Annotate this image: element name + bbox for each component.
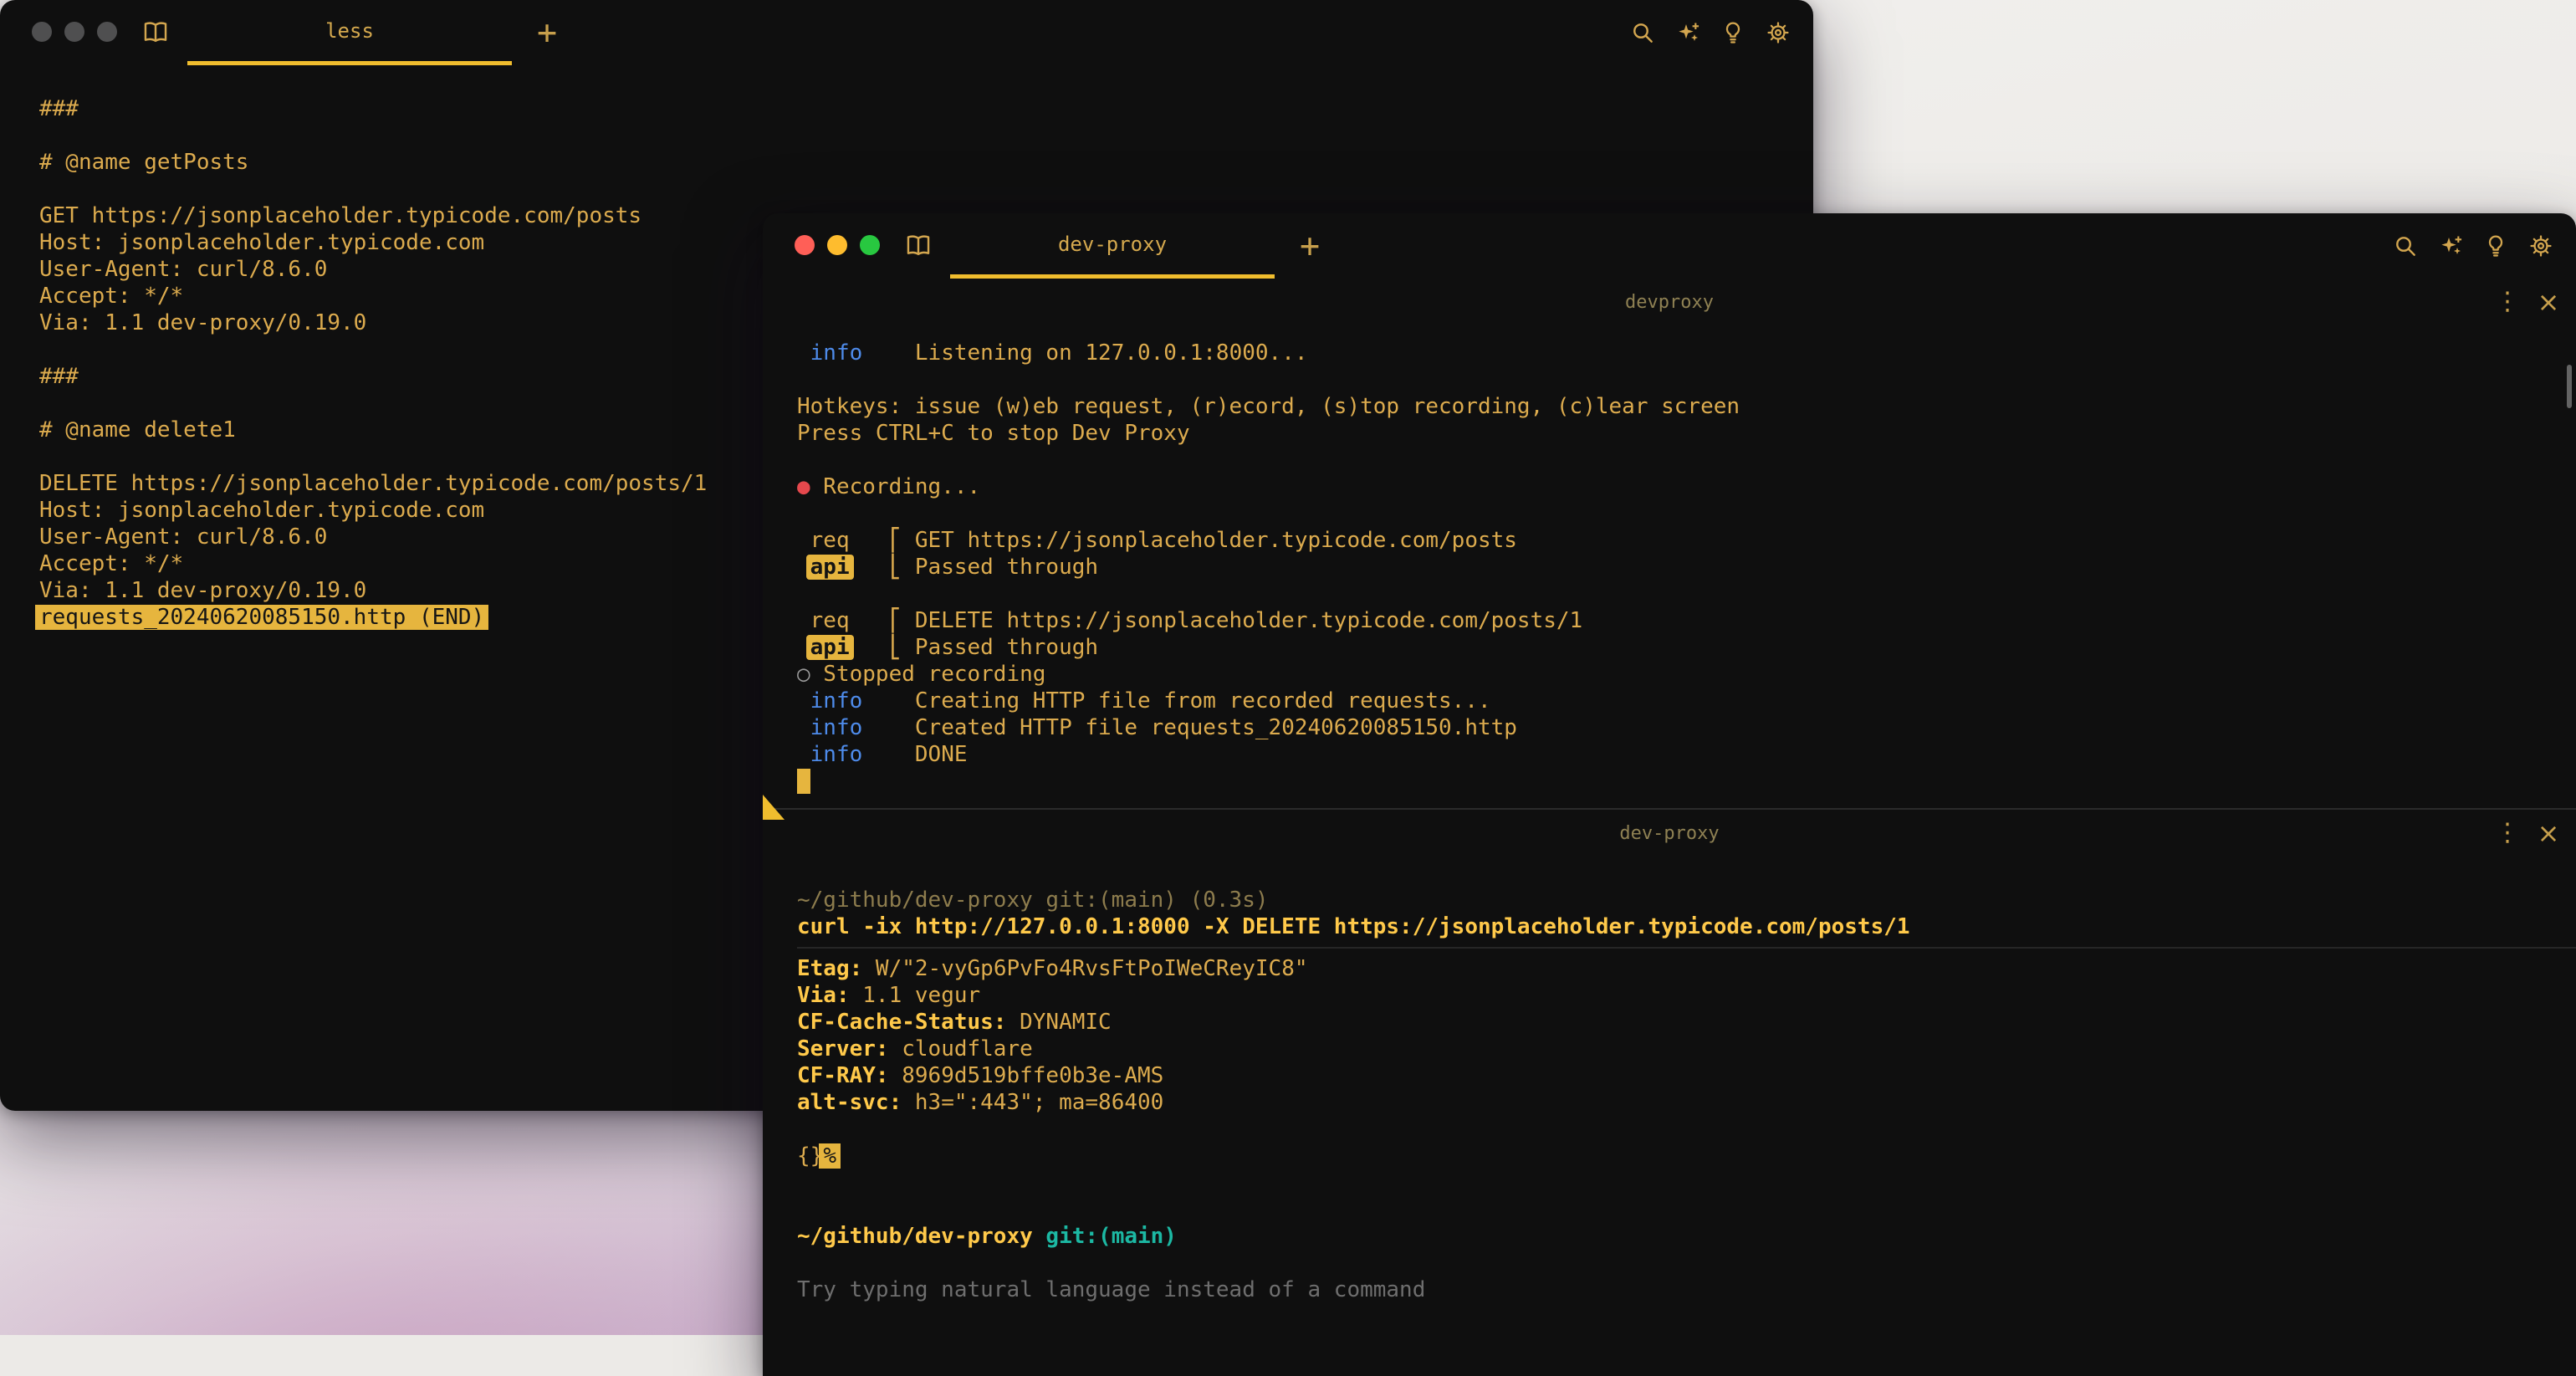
terminal-line bbox=[797, 581, 2576, 607]
terminal-line: Try typing natural language instead of a… bbox=[797, 1276, 2576, 1303]
terminal-line: ~/github/dev-proxy git:(main) (0.3s) bbox=[797, 887, 2576, 913]
pane-menu-kebab-icon[interactable]: ⋮ bbox=[2495, 819, 2520, 847]
block-separator bbox=[797, 940, 2576, 955]
lightbulb-icon[interactable] bbox=[2481, 231, 2511, 261]
terminal-line: info Listening on 127.0.0.1:8000... bbox=[797, 340, 2576, 366]
terminal-line: req ⎡ DELETE https://jsonplaceholder.typ… bbox=[797, 607, 2576, 634]
settings-gear-icon[interactable] bbox=[2526, 231, 2556, 261]
terminal-line: info Created HTTP file requests_20240620… bbox=[797, 714, 2576, 741]
terminal-line: ~/github/dev-proxy git:(main) bbox=[797, 1223, 2576, 1250]
pane-shell: dev-proxy ⋮ × ~/github/dev-proxy git:(ma… bbox=[763, 810, 2576, 1303]
settings-gear-icon[interactable] bbox=[1763, 18, 1793, 48]
tab-dev-proxy[interactable]: dev-proxy bbox=[950, 213, 1275, 279]
traffic-lights bbox=[795, 235, 880, 255]
terminal-line: ● Recording... bbox=[797, 473, 2576, 500]
terminal-window-devproxy[interactable]: dev-proxy + bbox=[763, 213, 2576, 1376]
ai-sparkles-icon[interactable] bbox=[1673, 18, 1703, 48]
pane-title: dev-proxy bbox=[763, 823, 2576, 844]
terminal-line bbox=[797, 1169, 2576, 1196]
desktop-wallpaper: less + bbox=[0, 0, 2576, 1335]
terminal-line bbox=[797, 768, 2576, 795]
new-tab-button[interactable]: + bbox=[529, 13, 565, 52]
bookmarks-icon[interactable] bbox=[141, 18, 171, 48]
terminal-line: CF-Cache-Status: DYNAMIC bbox=[797, 1009, 2576, 1036]
terminal-line bbox=[797, 1196, 2576, 1223]
traffic-lights bbox=[32, 22, 117, 42]
terminal-line: api ⎣ Passed through bbox=[797, 554, 2576, 581]
pane-header: devproxy ⋮ × bbox=[763, 279, 2576, 325]
titlebar-actions bbox=[1628, 18, 1793, 48]
terminal-line: Server: cloudflare bbox=[797, 1036, 2576, 1062]
terminal-line: CF-RAY: 8969d519bffe0b3e-AMS bbox=[797, 1062, 2576, 1089]
terminal-line: ○ Stopped recording bbox=[797, 661, 2576, 688]
terminal-line: alt-svc: h3=":443"; ma=86400 bbox=[797, 1089, 2576, 1116]
search-icon[interactable] bbox=[1628, 18, 1658, 48]
titlebar[interactable]: less + bbox=[0, 0, 1813, 65]
terminal-line bbox=[797, 366, 2576, 393]
bookmarks-icon[interactable] bbox=[903, 231, 933, 261]
terminal-output-devproxy[interactable]: info Listening on 127.0.0.1:8000... Hotke… bbox=[763, 325, 2576, 808]
ai-sparkles-icon[interactable] bbox=[2435, 231, 2466, 261]
tab-less[interactable]: less bbox=[187, 0, 512, 65]
new-tab-button[interactable]: + bbox=[1292, 227, 1327, 265]
tab-label: dev-proxy bbox=[1058, 233, 1167, 256]
minimize-window-button[interactable] bbox=[827, 235, 847, 255]
scrollbar-thumb[interactable] bbox=[2567, 365, 2572, 408]
terminal-line bbox=[797, 500, 2576, 527]
pane-close-icon[interactable]: × bbox=[2533, 818, 2563, 848]
zoom-window-button[interactable] bbox=[860, 235, 880, 255]
pane-title: devproxy bbox=[763, 292, 2576, 313]
pane-close-icon[interactable]: × bbox=[2533, 287, 2563, 317]
titlebar-actions bbox=[2390, 231, 2556, 261]
terminal-line: api ⎣ Passed through bbox=[797, 634, 2576, 661]
terminal-line: info Creating HTTP file from recorded re… bbox=[797, 688, 2576, 714]
minimize-window-button[interactable] bbox=[64, 22, 84, 42]
terminal-line: {}% bbox=[797, 1143, 2576, 1169]
terminal-line: Via: 1.1 vegur bbox=[797, 982, 2576, 1009]
terminal-output-shell[interactable]: ~/github/dev-proxy git:(main) (0.3s)curl… bbox=[763, 857, 2576, 1303]
terminal-line bbox=[39, 176, 1813, 202]
terminal-line: Hotkeys: issue (w)eb request, (r)ecord, … bbox=[797, 393, 2576, 420]
pane-header: dev-proxy ⋮ × bbox=[763, 810, 2576, 857]
terminal-line: curl -ix http://127.0.0.1:8000 -X DELETE… bbox=[797, 913, 2576, 940]
terminal-line: req ⎡ GET https://jsonplaceholder.typico… bbox=[797, 527, 2576, 554]
tab-label: less bbox=[325, 19, 374, 43]
terminal-line: ### bbox=[39, 95, 1813, 122]
terminal-line bbox=[797, 1116, 2576, 1143]
terminal-line bbox=[39, 122, 1813, 149]
terminal-line: # @name getPosts bbox=[39, 149, 1813, 176]
close-window-button[interactable] bbox=[795, 235, 815, 255]
close-window-button[interactable] bbox=[32, 22, 52, 42]
pane-menu-kebab-icon[interactable]: ⋮ bbox=[2495, 288, 2520, 316]
lightbulb-icon[interactable] bbox=[1718, 18, 1748, 48]
terminal-line bbox=[797, 1250, 2576, 1276]
terminal-line: Press CTRL+C to stop Dev Proxy bbox=[797, 420, 2576, 447]
zoom-window-button[interactable] bbox=[97, 22, 117, 42]
terminal-line bbox=[797, 447, 2576, 473]
pane-devproxy-server: devproxy ⋮ × info Listening on 127.0.0.1… bbox=[763, 279, 2576, 808]
titlebar[interactable]: dev-proxy + bbox=[763, 213, 2576, 279]
terminal-line: Etag: W/"2-vyGp6PvFo4RvsFtPoIWeCReyIC8" bbox=[797, 955, 2576, 982]
terminal-line: info DONE bbox=[797, 741, 2576, 768]
search-icon[interactable] bbox=[2390, 231, 2420, 261]
